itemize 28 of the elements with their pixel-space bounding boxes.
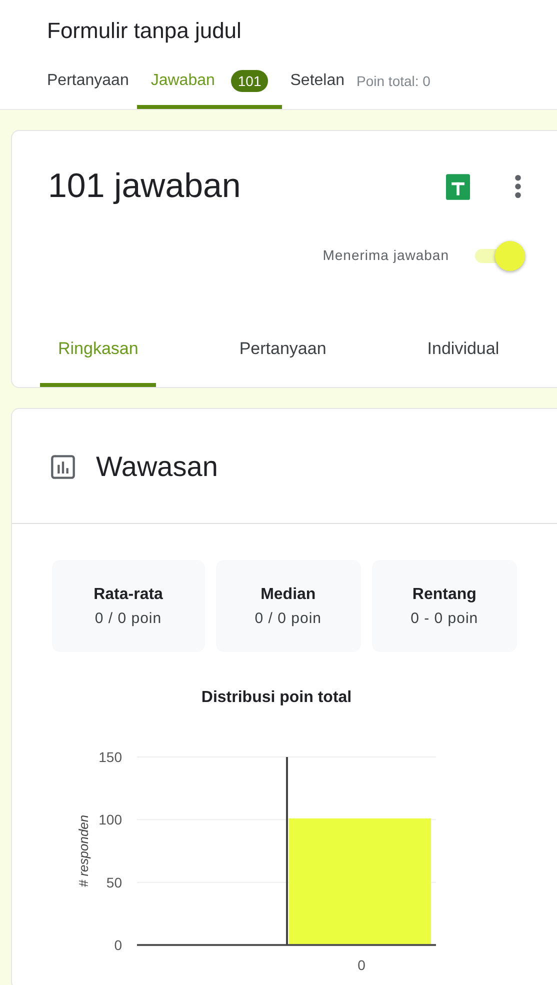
tab[interactable]: Setelan — [290, 66, 345, 107]
tab[interactable]: Pertanyaan — [221, 339, 344, 387]
stat-label: Rata-rata — [94, 586, 163, 604]
y-axis-label: # responden — [76, 814, 91, 888]
tab[interactable]: Jawaban 101 — [136, 64, 282, 109]
chart-icon — [50, 454, 76, 480]
count-badge: 101 — [230, 70, 268, 92]
stat-value: 0 / 0 poin — [254, 610, 322, 626]
total-points: Poin total: 0 — [356, 73, 430, 91]
chart-title: Distribusi poin total — [200, 689, 353, 707]
spreadsheet-icon[interactable] — [446, 174, 470, 200]
stat-label: Median — [260, 586, 316, 604]
accepting-toggle[interactable] — [473, 240, 525, 270]
insights-title: Wawasan — [96, 451, 218, 483]
tab[interactable]: Individual — [409, 339, 518, 387]
stat-value: 0 / 0 poin — [94, 610, 162, 626]
x-tick-label: 0 — [358, 957, 366, 973]
form-title: Formulir tanpa judul — [47, 18, 242, 44]
stat-value: 0 - 0 poin — [410, 610, 478, 626]
stat-label: Rentang — [412, 586, 476, 604]
responses-title: 101 jawaban — [48, 167, 242, 206]
tab[interactable]: Pertanyaan — [47, 66, 129, 107]
y-tick-label: 150 — [98, 749, 122, 765]
y-tick-label: 0 — [114, 937, 122, 953]
accepting-label: Menerima jawaban — [322, 247, 449, 263]
y-tick-label: 50 — [106, 874, 122, 890]
y-tick-label: 100 — [98, 812, 122, 828]
more-menu-icon[interactable] — [514, 174, 522, 199]
